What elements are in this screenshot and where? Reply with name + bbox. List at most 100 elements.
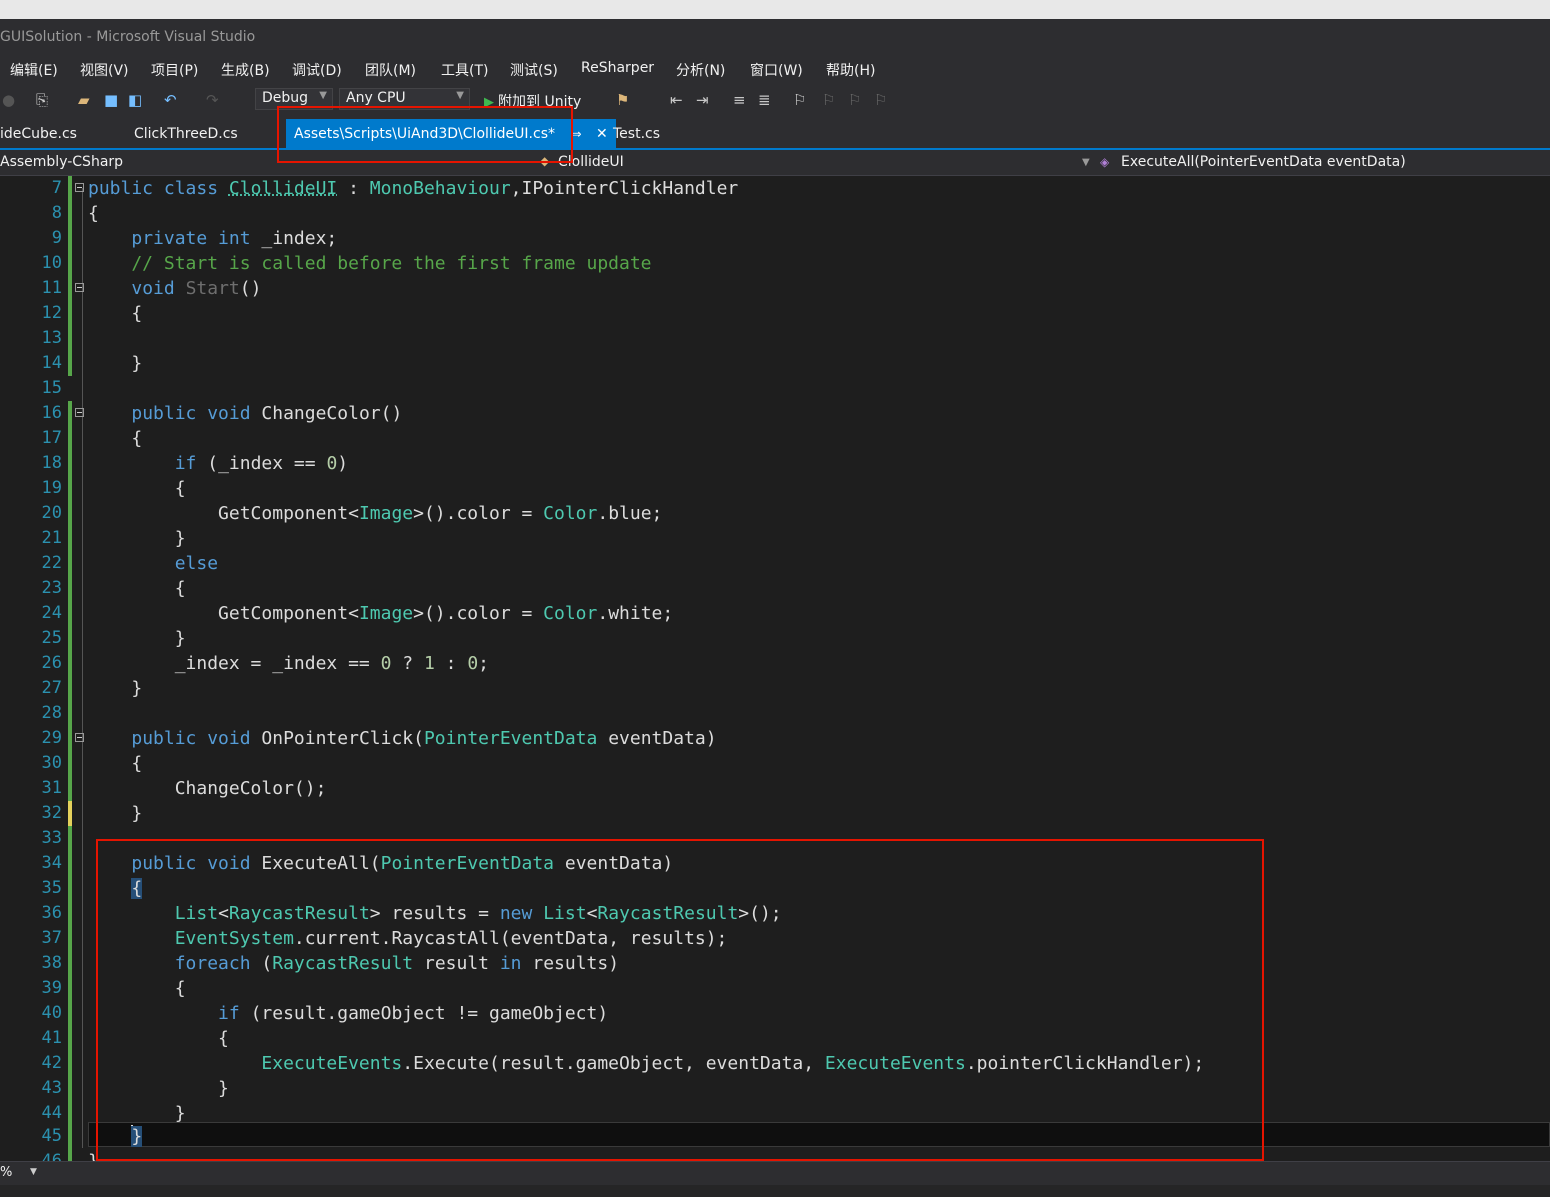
code-line: 45 } [0,1124,1550,1149]
save-all-icon[interactable]: ◧ [128,91,142,109]
attach-to-unity-button[interactable]: ▶ 附加到 Unity [484,91,581,111]
code-text: { [88,978,186,999]
tab-clickthreed[interactable]: ClickThreeD.cs [134,119,238,148]
code-line: 14 } [0,351,1550,376]
code-line: 16 public void ChangeColor() [0,401,1550,426]
menu-test[interactable]: 测试(S) [510,60,558,80]
code-line: 13 [0,326,1550,351]
code-line: 42 ExecuteEvents.Execute(result.gameObje… [0,1051,1550,1076]
line-number: 26 [41,653,62,673]
code-line: 21 } [0,526,1550,551]
code-editor[interactable]: 7 public class ClollideUI : MonoBehaviour… [0,176,1550,1161]
code-line: 19 { [0,476,1550,501]
line-number: 28 [41,703,62,723]
code-line: 27 } [0,676,1550,701]
new-project-icon[interactable]: ⎘ [36,91,48,109]
menu-analyze[interactable]: 分析(N) [676,60,725,80]
collapse-icon[interactable] [75,408,84,417]
code-text: } [88,1149,99,1161]
line-number: 45 [41,1126,62,1146]
window-title: GUISolution - Microsoft Visual Studio [0,29,256,45]
menu-build[interactable]: 生成(B) [221,60,270,80]
code-line: 25 } [0,626,1550,651]
code-text: public void ChangeColor() [131,403,403,424]
code-line: 24 GetComponent<Image>().color = Color.w… [0,601,1550,626]
document-tabs: ideCube.cs ClickThreeD.cs Assets\Scripts… [0,119,1550,150]
code-text: { [88,753,143,774]
bottom-panel-tabs [0,1185,1550,1197]
open-folder-icon[interactable]: ▰ [78,91,90,109]
tab-collideui-active[interactable]: Assets\Scripts\UiAnd3D\ClollideUI.cs* ⇒ … [286,119,616,148]
code-text: EventSystem.current.RaycastAll(eventData… [174,928,728,949]
collapse-icon[interactable] [75,283,84,292]
code-line: 31 ChangeColor(); [0,776,1550,801]
project-dropdown[interactable]: Assembly-CSharp [0,154,123,170]
bookmark-icon[interactable]: ⚐ [793,91,806,109]
line-number: 34 [41,853,62,873]
menu-view[interactable]: 视图(V) [80,60,129,80]
clear-bookmarks-icon[interactable]: ⚐ [874,91,887,109]
code-line: 37 EventSystem.current.RaycastAll(eventD… [0,926,1550,951]
code-text: } [88,678,143,699]
code-line: 11 void Start() [0,276,1550,301]
menu-tools[interactable]: 工具(T) [441,60,488,80]
code-text: { [88,203,99,224]
outdent-icon[interactable]: ⇥ [696,91,709,109]
tab-collidecube[interactable]: ideCube.cs [0,119,77,148]
line-number: 20 [41,503,62,523]
collapse-icon[interactable] [75,733,84,742]
chevron-down-icon[interactable]: ▼ [1082,157,1090,168]
solution-config-select[interactable]: Debug ▼ [255,88,333,110]
redo-icon[interactable]: ↷ [206,91,219,109]
code-line: 39 { [0,976,1550,1001]
member-dropdown[interactable]: ExecuteAll(PointerEventData eventData) [1121,154,1406,170]
code-line: 38 foreach (RaycastResult result in resu… [0,951,1550,976]
menu-edit[interactable]: 编辑(E) [10,60,58,80]
uncomment-icon[interactable]: ≣ [758,91,771,109]
code-line: 28 [0,701,1550,726]
back-icon[interactable]: ● [2,91,15,109]
line-number: 46 [41,1151,62,1161]
code-text: GetComponent<Image>().color = Color.whit… [88,603,674,624]
line-number: 37 [41,928,62,948]
menu-resharper[interactable]: ReSharper [581,60,654,76]
pin-icon[interactable]: ⇒ [571,127,581,141]
menu-team[interactable]: 团队(M) [365,60,416,80]
code-line: 32 } [0,801,1550,826]
save-icon[interactable]: ■ [104,91,118,109]
menu-window[interactable]: 窗口(W) [750,60,803,80]
code-text: public void OnPointerClick(PointerEventD… [131,728,717,749]
line-number: 31 [41,778,62,798]
next-bookmark-icon[interactable]: ⚐ [848,91,861,109]
tab-test[interactable]: Test.cs [613,119,660,148]
line-number: 11 [41,278,62,298]
menu-debug[interactable]: 调试(D) [292,60,342,80]
code-line: 15 [0,376,1550,401]
undo-icon[interactable]: ↶ [164,91,177,109]
indent-icon[interactable]: ⇤ [670,91,683,109]
code-line: 43 } [0,1076,1550,1101]
code-text: { [88,478,186,499]
code-text: else [88,553,219,574]
line-number: 30 [41,753,62,773]
code-text: { [88,303,143,324]
comment-icon[interactable]: ≡ [733,91,746,109]
line-number: 7 [51,178,62,198]
zoom-level[interactable]: % [0,1165,12,1180]
type-dropdown[interactable]: ClollideUI [558,154,624,170]
find-icon[interactable]: ⚑ [616,91,629,109]
menu-help[interactable]: 帮助(H) [826,60,875,80]
menu-project[interactable]: 项目(P) [151,60,198,80]
code-text: } [88,353,143,374]
prev-bookmark-icon[interactable]: ⚐ [822,91,835,109]
code-line: 46} [0,1149,1550,1161]
chevron-down-icon[interactable]: ▼ [30,1167,37,1177]
collapse-icon[interactable] [75,183,84,192]
close-icon[interactable]: ✕ [596,126,608,142]
code-line: 17 { [0,426,1550,451]
line-number: 21 [41,528,62,548]
code-text: GetComponent<Image>().color = Color.blue… [88,503,663,524]
platform-select[interactable]: Any CPU ▼ [339,88,470,110]
line-number: 22 [41,553,62,573]
code-text: } [131,1126,143,1147]
